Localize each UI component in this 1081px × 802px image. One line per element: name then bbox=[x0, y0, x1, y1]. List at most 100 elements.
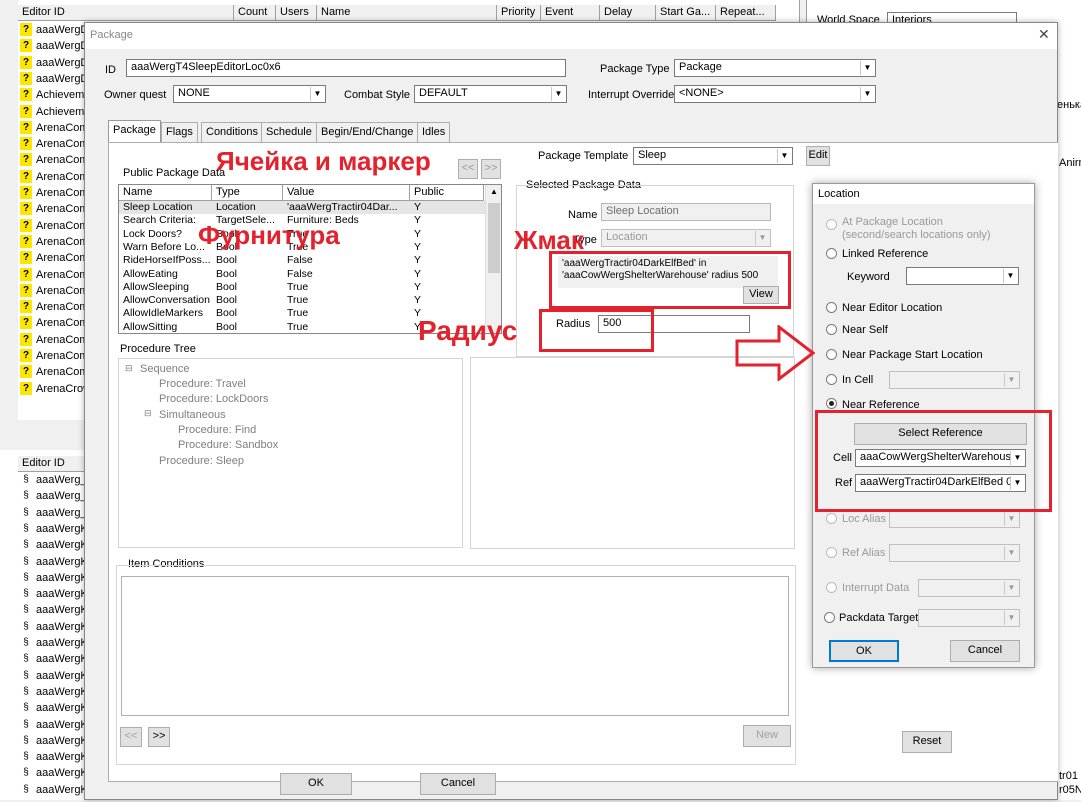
tab-begin-end-change[interactable]: Begin/End/Change bbox=[316, 122, 419, 142]
column-header-repeat[interactable]: Repeat... bbox=[716, 5, 776, 21]
location-cancel-button[interactable]: Cancel bbox=[950, 640, 1020, 662]
close-icon[interactable]: ✕ bbox=[1038, 26, 1050, 43]
table-header-type[interactable]: Type bbox=[212, 185, 283, 201]
list-item[interactable]: § aaaWergK bbox=[18, 684, 90, 700]
conditions-prev-button[interactable]: << bbox=[120, 727, 142, 747]
in-cell-combo[interactable]: ▼ bbox=[889, 371, 1020, 389]
chevron-down-icon[interactable]: ▼ bbox=[777, 149, 791, 163]
cancel-button[interactable]: Cancel bbox=[420, 773, 496, 795]
chevron-down-icon[interactable]: ▼ bbox=[310, 87, 324, 101]
chevron-down-icon[interactable]: ▼ bbox=[860, 87, 874, 101]
list-item[interactable]: ? ArenaComb bbox=[18, 136, 90, 153]
edit-template-button[interactable]: Edit bbox=[806, 146, 830, 166]
package-type-combo[interactable]: Package ▼ bbox=[674, 59, 876, 77]
tree-node[interactable]: Simultaneous bbox=[159, 409, 226, 421]
tab-package[interactable]: Package bbox=[108, 120, 161, 143]
table-row[interactable]: RideHorseIfPoss... Bool False Y bbox=[119, 254, 485, 267]
loc-alias-combo[interactable]: ▼ bbox=[889, 510, 1020, 528]
tab-conditions[interactable]: Conditions bbox=[201, 122, 263, 142]
list-item[interactable]: § aaaWergK bbox=[18, 537, 90, 553]
owner-quest-combo[interactable]: NONE ▼ bbox=[173, 85, 326, 103]
list-item[interactable]: § aaaWergK bbox=[18, 782, 90, 798]
id-field[interactable]: aaaWergT4SleepEditorLoc0x6 bbox=[126, 59, 566, 77]
list-item[interactable]: § aaaWergK bbox=[18, 765, 90, 781]
list-item[interactable]: § aaaWergK bbox=[18, 521, 90, 537]
radio-loc-alias[interactable] bbox=[826, 513, 837, 524]
radio-near-self[interactable] bbox=[826, 324, 837, 335]
list-item[interactable]: § aaaWergK bbox=[18, 635, 90, 651]
list-item[interactable]: ? Achieveme bbox=[18, 87, 90, 104]
ref-alias-combo[interactable]: ▼ bbox=[889, 544, 1020, 562]
tree-node[interactable]: Procedure: Travel bbox=[159, 378, 246, 390]
list-item[interactable]: § aaaWerg_I bbox=[18, 472, 90, 488]
selected-type-combo[interactable]: Location ▼ bbox=[601, 229, 771, 247]
nav-prev-button[interactable]: << bbox=[458, 159, 478, 179]
table-row[interactable]: AllowConversation Bool True Y bbox=[119, 294, 485, 307]
keyword-combo[interactable]: ▼ bbox=[906, 267, 1019, 285]
column-header-delay[interactable]: Delay bbox=[600, 5, 656, 21]
chevron-down-icon[interactable]: ▼ bbox=[1003, 269, 1017, 283]
tree-collapse-icon[interactable]: ⊟ bbox=[125, 363, 133, 374]
radio-at-package-location[interactable] bbox=[826, 219, 837, 230]
radio-in-cell[interactable] bbox=[826, 374, 837, 385]
list-item[interactable]: § aaaWergK bbox=[18, 602, 90, 618]
list-item[interactable]: ? Achieveme bbox=[18, 103, 90, 120]
item-conditions-list[interactable] bbox=[121, 576, 789, 716]
table-scrollbar[interactable]: ▲ bbox=[485, 185, 501, 333]
tree-node[interactable]: Sequence bbox=[140, 363, 190, 375]
list-item[interactable]: ? ArenaComb bbox=[18, 119, 90, 137]
radio-interrupt-data[interactable] bbox=[826, 582, 837, 593]
list-item[interactable]: ? ArenaComb bbox=[18, 299, 90, 316]
chevron-down-icon[interactable]: ▼ bbox=[1004, 611, 1018, 625]
radio-ref-alias[interactable] bbox=[826, 547, 837, 558]
list-item[interactable]: ? ArenaComb bbox=[18, 282, 90, 300]
selected-name-field[interactable]: Sleep Location bbox=[601, 203, 771, 221]
table-row[interactable]: AllowEating Bool False Y bbox=[119, 268, 485, 281]
list-item[interactable]: ? aaaWergD bbox=[18, 38, 90, 55]
radio-near-package-start[interactable] bbox=[826, 349, 837, 360]
list-item[interactable]: ? ArenaComb bbox=[18, 315, 90, 332]
column-header-name[interactable]: Name bbox=[317, 5, 497, 21]
list-item[interactable]: ? ArenaComb bbox=[18, 348, 90, 365]
list-item[interactable]: ? ArenaCrow bbox=[18, 380, 90, 397]
scroll-thumb[interactable] bbox=[488, 203, 500, 273]
column-header-users[interactable]: Users bbox=[276, 5, 317, 21]
table-header-value[interactable]: Value bbox=[283, 185, 410, 201]
list-item[interactable]: ? aaaWergD bbox=[18, 70, 90, 88]
list-item[interactable]: ? ArenaComb bbox=[18, 331, 90, 348]
column-header-event[interactable]: Event bbox=[541, 5, 600, 21]
column-header-count[interactable]: Count bbox=[234, 5, 276, 21]
list-item[interactable]: § aaaWergK bbox=[18, 700, 90, 716]
tree-node[interactable]: Procedure: Find bbox=[178, 424, 256, 436]
chevron-down-icon[interactable]: ▼ bbox=[755, 231, 769, 245]
radio-linked-reference[interactable] bbox=[826, 248, 837, 259]
conditions-next-button[interactable]: >> bbox=[148, 727, 170, 747]
list-item[interactable]: ? ArenaComb bbox=[18, 185, 90, 202]
tree-node[interactable]: Procedure: LockDoors bbox=[159, 393, 268, 405]
column-header-editor-id-bottom[interactable]: Editor ID bbox=[18, 456, 90, 472]
column-header-editor-id[interactable]: Editor ID bbox=[18, 5, 234, 21]
tab-idles[interactable]: Idles bbox=[417, 122, 451, 142]
chevron-down-icon[interactable]: ▼ bbox=[1004, 512, 1018, 526]
radio-near-editor-location[interactable] bbox=[826, 302, 837, 313]
reset-button[interactable]: Reset bbox=[902, 731, 952, 753]
list-item[interactable]: ? ArenaComb bbox=[18, 217, 90, 234]
tree-collapse-icon[interactable]: ⊟ bbox=[144, 408, 152, 419]
list-item[interactable]: ? ArenaComb bbox=[18, 152, 90, 169]
tree-node[interactable]: Procedure: Sleep bbox=[159, 455, 244, 467]
tab-schedule[interactable]: Schedule bbox=[261, 122, 317, 142]
list-item[interactable]: § aaaWergK bbox=[18, 619, 90, 635]
list-item[interactable]: § aaaWergK bbox=[18, 668, 90, 684]
package-template-combo[interactable]: Sleep ▼ bbox=[633, 147, 793, 165]
list-item[interactable]: § aaaWergK bbox=[18, 554, 90, 570]
list-item[interactable]: ? aaaWergD bbox=[18, 22, 90, 39]
chevron-down-icon[interactable]: ▼ bbox=[860, 61, 874, 75]
list-item[interactable]: § aaaWerg_I bbox=[18, 505, 90, 521]
tab-flags[interactable]: Flags bbox=[161, 122, 198, 142]
chevron-down-icon[interactable]: ▼ bbox=[1004, 373, 1018, 387]
list-item[interactable]: § aaaWerg_I bbox=[18, 488, 90, 504]
list-item[interactable]: ? ArenaComb bbox=[18, 201, 90, 218]
chevron-down-icon[interactable]: ▼ bbox=[551, 87, 565, 101]
chevron-down-icon[interactable]: ▼ bbox=[1004, 581, 1018, 595]
list-item[interactable]: § aaaWergK bbox=[18, 733, 90, 749]
